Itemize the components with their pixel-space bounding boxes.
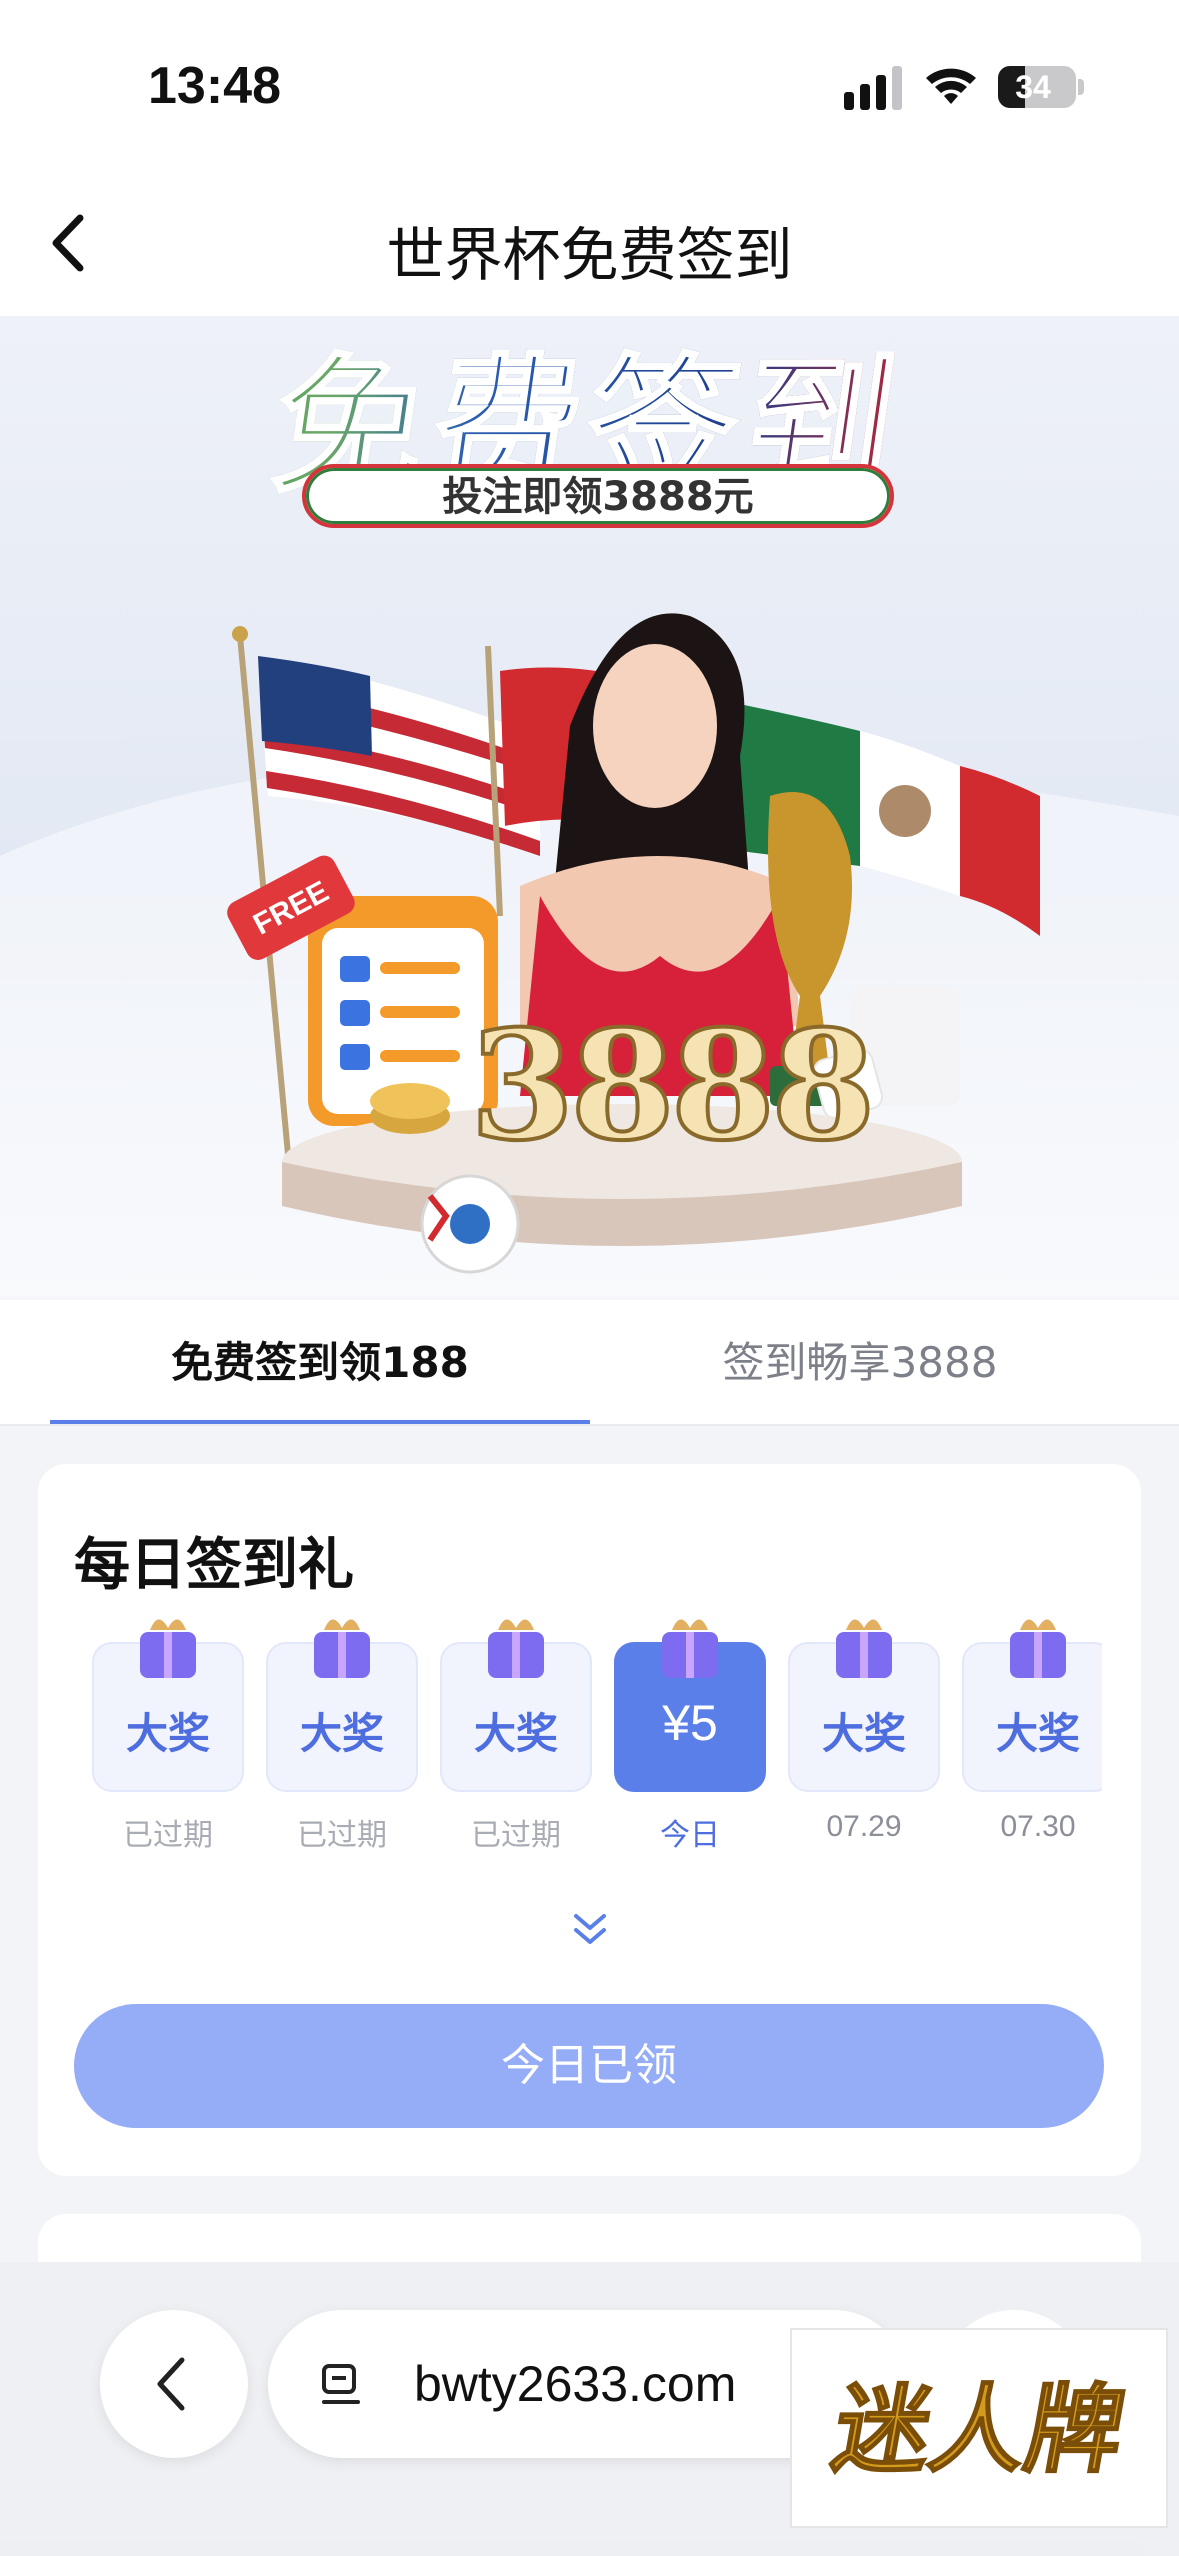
day-tile-3[interactable]: 大奖 已过期 xyxy=(440,1604,592,1874)
tab-bar: 免费签到领188 签到畅享3888 xyxy=(0,1300,1179,1426)
day-label: 07.29 xyxy=(826,1810,902,1843)
watermark-logo: 迷人牌 xyxy=(790,2328,1168,2528)
browser-back-button[interactable] xyxy=(100,2310,248,2458)
gift-icon xyxy=(314,1619,370,1678)
hero-illustration: FREE xyxy=(0,613,1179,1296)
page-title: 世界杯免费签到 xyxy=(386,221,793,289)
hero-amount: 3888 xyxy=(468,996,877,1176)
card-title: 每日签到礼 xyxy=(74,1533,354,1598)
chevron-left-icon xyxy=(157,2357,185,2411)
gift-icon xyxy=(836,1619,892,1678)
watermark-text: 迷人牌 xyxy=(824,2373,1134,2487)
nav-header: 世界杯免费签到 xyxy=(0,170,1179,316)
day-label: 已过期 xyxy=(297,1818,387,1853)
hero-subtitle: 投注即领3888元 xyxy=(442,474,754,520)
day-label: 已过期 xyxy=(123,1818,213,1853)
day-label: 07.30 xyxy=(1000,1810,1076,1843)
gift-icon xyxy=(1010,1619,1066,1678)
gift-icon xyxy=(662,1619,718,1678)
tab-free-signin-188[interactable]: 免费签到领188 xyxy=(50,1300,590,1426)
day-value: 大奖 xyxy=(821,1709,906,1758)
url-text: bwty2633.com xyxy=(414,2356,737,2412)
gift-icon xyxy=(140,1619,196,1678)
day-label-today: 今日 xyxy=(660,1818,720,1853)
day-value-today: ¥5 xyxy=(662,1695,718,1751)
status-bar: 13:48 34 xyxy=(0,0,1179,170)
expand-chevrons-icon[interactable] xyxy=(570,1910,610,1950)
day-value: 大奖 xyxy=(299,1709,384,1758)
day-tile-today[interactable]: ¥5 今日 xyxy=(614,1604,766,1874)
day-tile-6[interactable]: 大奖 07.30 xyxy=(962,1604,1102,1874)
page-menu-icon xyxy=(322,2364,360,2404)
daily-signin-card: 每日签到礼 大奖 已过期 大奖 已过期 大奖 已过期 ¥5 今日 大奖 07.2… xyxy=(38,1464,1141,2176)
claimed-today-button[interactable]: 今日已领 xyxy=(74,2004,1104,2128)
battery-icon: 34 xyxy=(998,66,1076,108)
day-tile-5[interactable]: 大奖 07.29 xyxy=(788,1604,940,1874)
battery-level: 34 xyxy=(1015,69,1051,105)
hero-banner[interactable]: 免费签到 投注即领3888元 FREE 3888 xyxy=(0,316,1179,1300)
status-time: 13:48 xyxy=(148,57,281,115)
battery-cap xyxy=(1078,79,1084,95)
day-label: 已过期 xyxy=(471,1818,561,1853)
day-tile-1[interactable]: 大奖 已过期 xyxy=(92,1604,244,1874)
tab-active-indicator xyxy=(50,1420,590,1424)
hero-subtitle-pill: 投注即领3888元 xyxy=(302,464,894,528)
cellular-signal-icon xyxy=(844,66,902,110)
day-tile-2[interactable]: 大奖 已过期 xyxy=(266,1604,418,1874)
tab-signin-3888[interactable]: 签到畅享3888 xyxy=(590,1300,1130,1426)
coins-icon xyxy=(370,1083,450,1134)
wifi-icon xyxy=(926,68,976,104)
day-value: 大奖 xyxy=(995,1709,1080,1758)
day-value: 大奖 xyxy=(473,1709,558,1758)
day-value: 大奖 xyxy=(125,1709,210,1758)
gift-icon xyxy=(488,1619,544,1678)
soccer-ball-icon xyxy=(420,1174,520,1274)
